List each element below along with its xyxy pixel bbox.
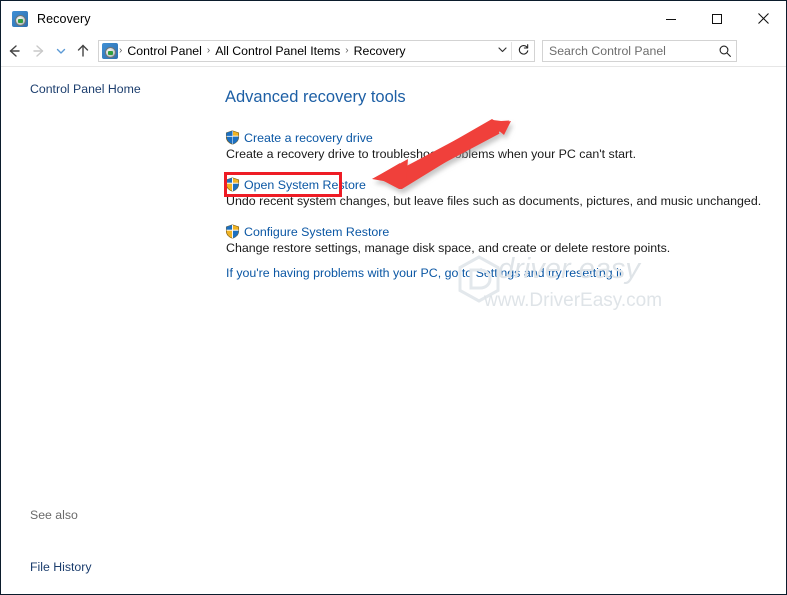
title-bar: Recovery <box>1 1 786 36</box>
uac-shield-icon <box>225 130 240 145</box>
close-button[interactable] <box>740 1 786 36</box>
window-controls <box>648 1 786 36</box>
breadcrumb-app-icon <box>102 43 118 59</box>
minimize-button[interactable] <box>648 1 694 36</box>
maximize-button[interactable] <box>694 1 740 36</box>
task-create-recovery-drive: Create a recovery drive Create a recover… <box>225 130 636 161</box>
page-title: Advanced recovery tools <box>225 88 406 106</box>
content-pane: Advanced recovery tools Create a recover… <box>211 67 786 594</box>
search-icon[interactable] <box>714 44 736 58</box>
window-app-icon <box>12 10 28 27</box>
back-icon[interactable] <box>1 38 26 64</box>
forward-icon[interactable] <box>26 38 51 64</box>
up-one-level-icon[interactable] <box>70 38 95 64</box>
search-input[interactable] <box>543 43 714 59</box>
link-open-system-restore[interactable]: Open System Restore <box>244 178 366 192</box>
link-reset-pc-settings[interactable]: If you're having problems with your PC, … <box>226 266 622 280</box>
link-configure-system-restore[interactable]: Configure System Restore <box>244 225 389 239</box>
refresh-icon[interactable] <box>512 43 534 59</box>
task-description: Create a recovery drive to troubleshoot … <box>226 147 637 161</box>
breadcrumb-item-recovery[interactable]: Recovery <box>350 44 410 58</box>
task-open-system-restore: Open System Restore Undo recent system c… <box>225 177 761 208</box>
task-description: Change restore settings, manage disk spa… <box>226 241 671 255</box>
breadcrumb-item-control-panel[interactable]: Control Panel <box>123 44 206 58</box>
left-navigation-pane: Control Panel Home See also File History <box>1 67 211 594</box>
breadcrumb-item-all-control-panel-items[interactable]: All Control Panel Items <box>211 44 344 58</box>
sidebar-item-file-history[interactable]: File History <box>30 560 92 574</box>
uac-shield-icon <box>225 177 240 192</box>
see-also-label: See also <box>30 508 78 522</box>
task-configure-system-restore: Configure System Restore Change restore … <box>225 224 670 255</box>
sidebar-item-control-panel-home[interactable]: Control Panel Home <box>30 82 141 96</box>
recent-locations-icon[interactable] <box>51 38 70 64</box>
window-title: Recovery <box>37 11 91 26</box>
uac-shield-icon <box>225 224 240 239</box>
chevron-down-icon[interactable] <box>493 44 511 58</box>
search-box[interactable] <box>542 40 737 62</box>
task-description: Undo recent system changes, but leave fi… <box>226 194 762 208</box>
link-create-a-recovery-drive[interactable]: Create a recovery drive <box>244 131 373 145</box>
address-bar[interactable]: › Control Panel › All Control Panel Item… <box>98 40 535 62</box>
control-panel-window: Recovery › Control Panel › All Control P… <box>0 0 787 595</box>
navigation-toolbar: › Control Panel › All Control Panel Item… <box>1 36 786 66</box>
